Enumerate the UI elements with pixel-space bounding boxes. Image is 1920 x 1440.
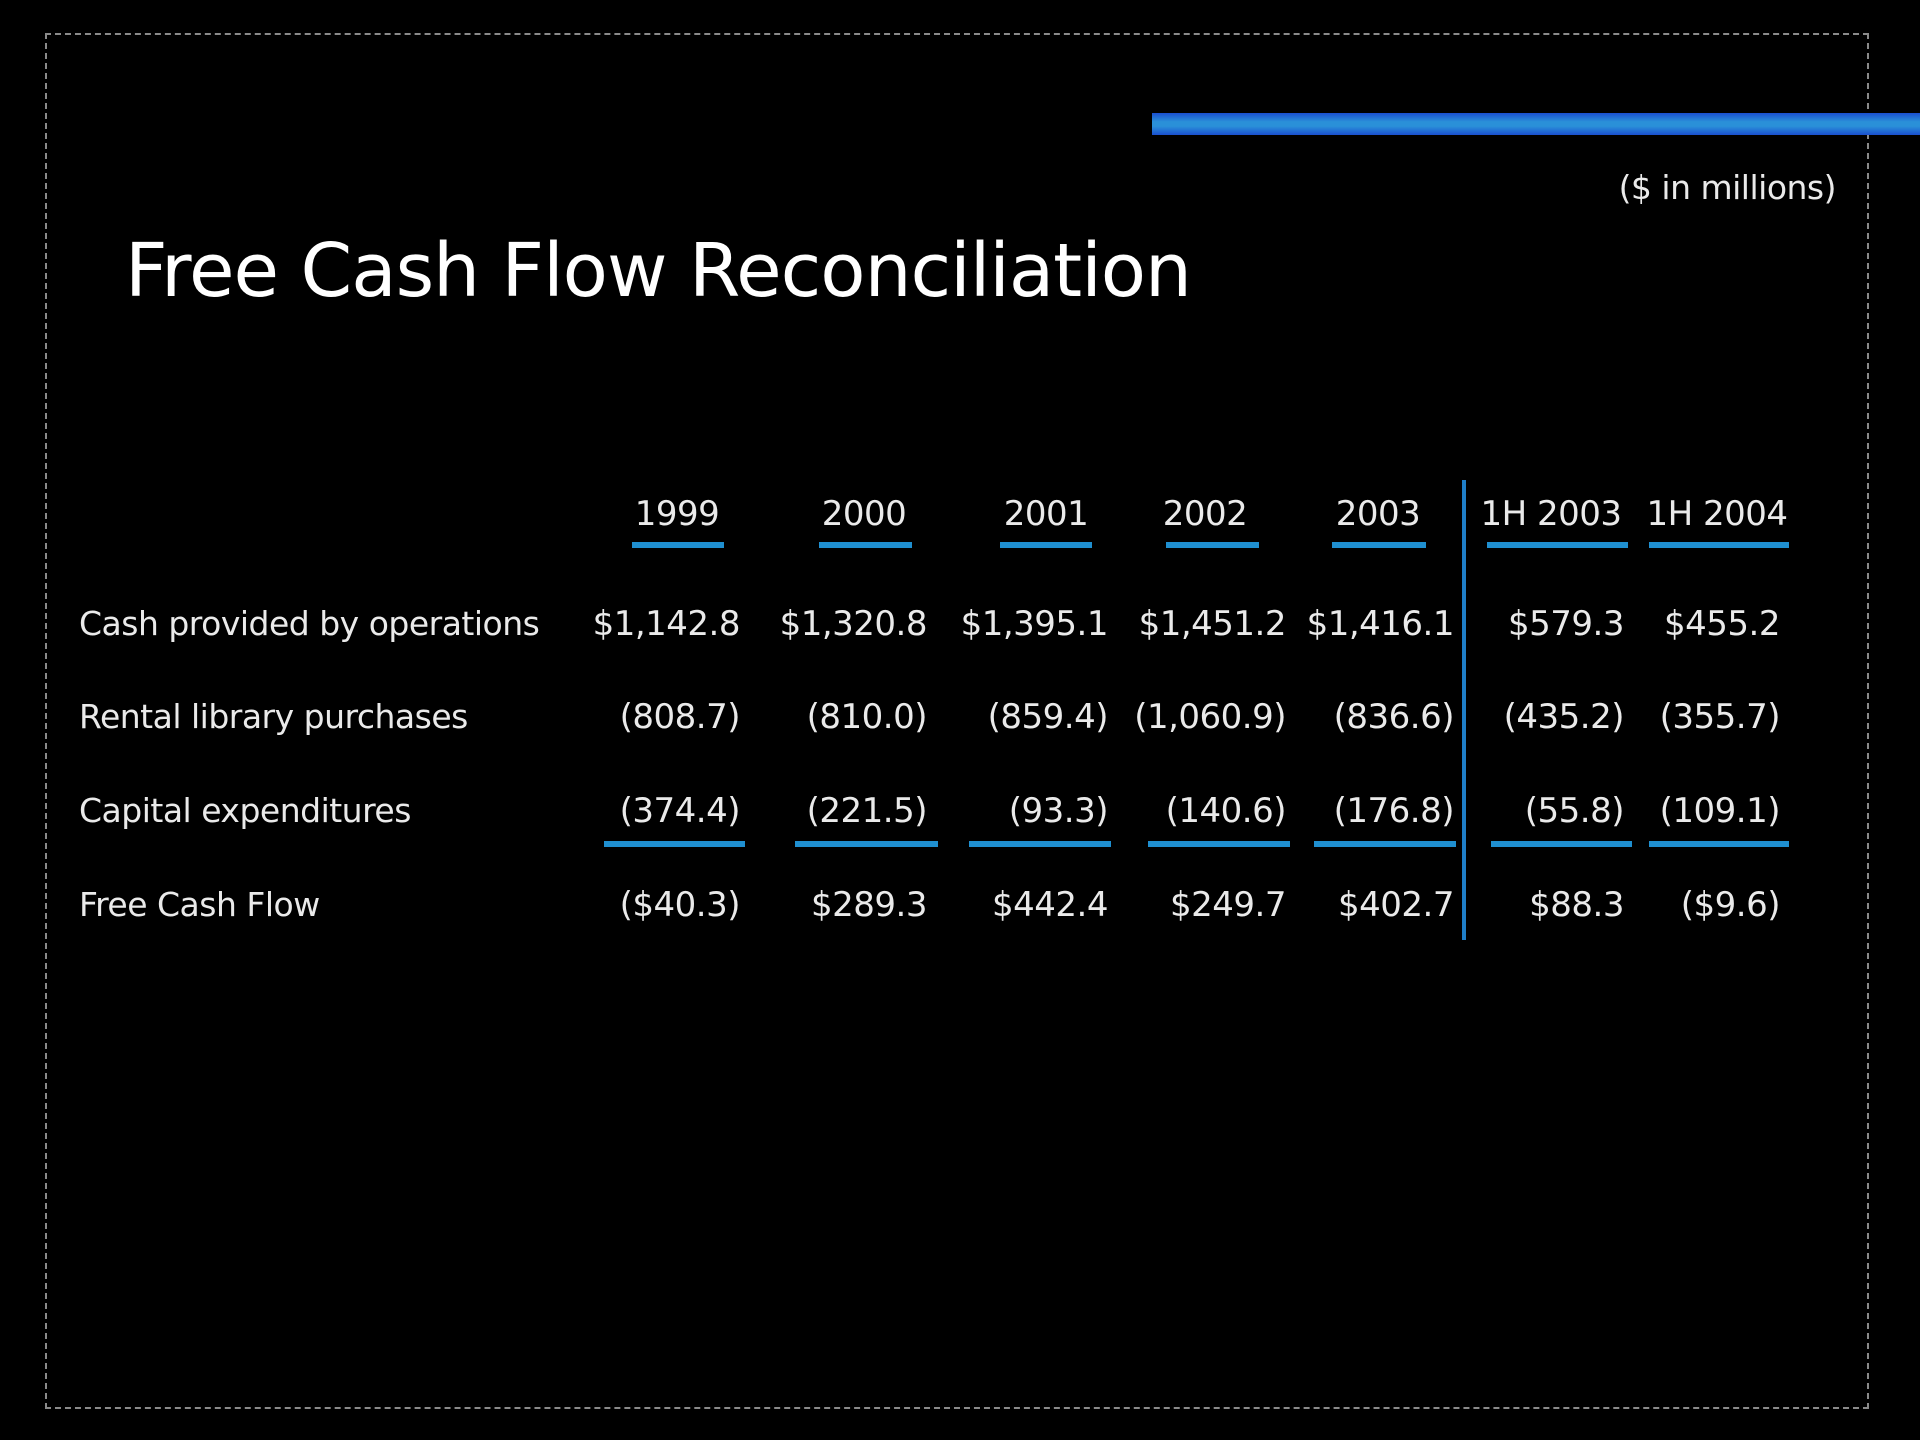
subtotal-underline xyxy=(1491,841,1632,847)
accent-bar xyxy=(1152,113,1920,135)
header-underline xyxy=(1649,542,1789,548)
subtotal-underline xyxy=(969,841,1111,847)
header-underline xyxy=(1166,542,1259,548)
table-cell: (355.7) xyxy=(1659,697,1781,737)
header-underline xyxy=(1000,542,1092,548)
row-label: Free Cash Flow xyxy=(79,885,320,924)
header-underline xyxy=(632,542,724,548)
header-underline xyxy=(819,542,912,548)
subtotal-underline xyxy=(1148,841,1290,847)
subtotal-underline xyxy=(1649,841,1789,847)
column-header: 2002 xyxy=(1162,494,1248,534)
header-underline xyxy=(1332,542,1426,548)
column-header: 1H 2004 xyxy=(1646,494,1788,534)
table-cell: (109.1) xyxy=(1659,791,1781,831)
subtotal-underline xyxy=(604,841,745,847)
table-cell: ($9.6) xyxy=(1680,885,1781,925)
column-header: 1999 xyxy=(634,494,720,534)
row-label: Cash provided by operations xyxy=(79,604,540,643)
slide-title: Free Cash Flow Reconciliation xyxy=(125,228,1192,314)
row-label: Rental library purchases xyxy=(79,697,468,736)
period-divider xyxy=(1462,480,1466,940)
subtotal-underline xyxy=(1314,841,1456,847)
column-header: 2003 xyxy=(1335,494,1421,534)
row-label: Capital expenditures xyxy=(79,791,411,830)
table-cell: $455.2 xyxy=(1664,604,1780,644)
units-note: ($ in millions) xyxy=(1618,168,1837,207)
column-header: 2000 xyxy=(821,494,907,534)
subtotal-underline xyxy=(795,841,938,847)
header-underline xyxy=(1487,542,1628,548)
